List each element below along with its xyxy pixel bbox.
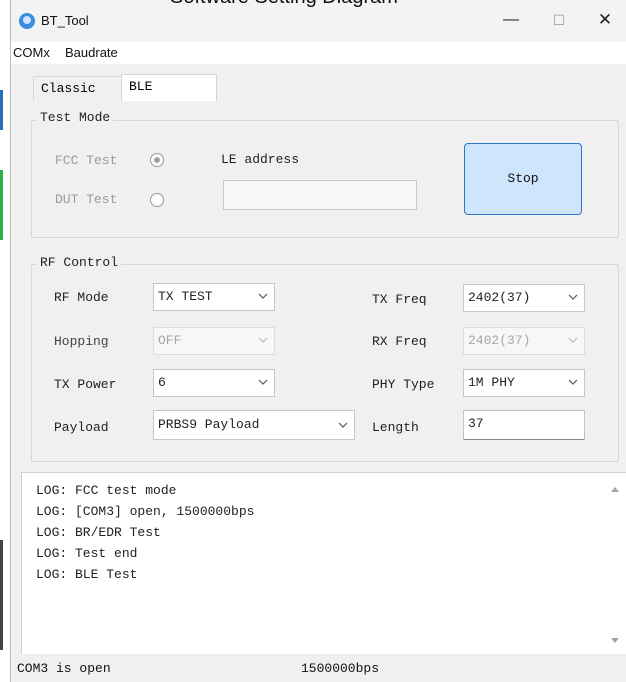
fcc-test-label: FCC Test xyxy=(55,153,118,168)
test-mode-title: Test Mode xyxy=(37,110,114,125)
fcc-test-radio[interactable] xyxy=(150,153,164,167)
chevron-down-icon xyxy=(568,294,578,300)
tx-freq-select[interactable]: 2402(37) xyxy=(463,284,585,312)
dut-test-radio[interactable] xyxy=(150,193,164,207)
rx-freq-label: RX Freq xyxy=(372,334,427,349)
phy-type-value: 1M PHY xyxy=(468,375,515,390)
phy-type-label: PHY Type xyxy=(372,377,435,392)
chevron-down-icon xyxy=(568,379,578,385)
chevron-down-icon xyxy=(258,379,268,385)
log-line: LOG: Test end xyxy=(36,546,138,561)
rf-control-title: RF Control xyxy=(37,255,122,270)
le-address-input[interactable] xyxy=(223,180,417,210)
minimize-button[interactable]: — xyxy=(491,6,531,34)
hopping-value: OFF xyxy=(158,333,182,348)
scroll-down-icon[interactable] xyxy=(608,633,622,647)
menu-comx[interactable]: COMx xyxy=(13,45,50,60)
close-button[interactable]: ✕ xyxy=(585,6,625,34)
hopping-label: Hopping xyxy=(54,334,109,349)
rx-freq-value: 2402(37) xyxy=(468,333,531,348)
hopping-select[interactable]: OFF xyxy=(153,327,275,355)
rx-freq-select[interactable]: 2402(37) xyxy=(463,327,585,355)
desktop-edge-mark xyxy=(0,540,3,650)
length-value: 37 xyxy=(468,416,484,431)
log-line: LOG: FCC test mode xyxy=(36,483,177,498)
rf-mode-value: TX TEST xyxy=(158,289,213,304)
payload-select[interactable]: PRBS9 Payload xyxy=(153,410,355,440)
length-label: Length xyxy=(372,420,419,435)
log-line: LOG: BLE Test xyxy=(36,567,138,582)
menu-baudrate[interactable]: Baudrate xyxy=(65,45,118,60)
chevron-down-icon xyxy=(258,293,268,299)
log-line: LOG: [COM3] open, 1500000bps xyxy=(36,504,255,519)
status-port: COM3 is open xyxy=(17,661,111,676)
app-icon xyxy=(19,13,35,29)
tab-ble[interactable]: BLE xyxy=(121,74,217,101)
payload-label: Payload xyxy=(54,420,109,435)
rf-mode-select[interactable]: TX TEST xyxy=(153,283,275,311)
maximize-button[interactable]: ☐ xyxy=(539,6,579,34)
tx-power-value: 6 xyxy=(158,375,166,390)
chevron-down-icon xyxy=(258,337,268,343)
scroll-up-icon[interactable] xyxy=(608,483,622,497)
menu-bar: COMx Baudrate xyxy=(11,42,626,64)
window-title: BT_Tool xyxy=(41,13,89,28)
status-bar: COM3 is open 1500000bps xyxy=(11,654,626,682)
tx-freq-label: TX Freq xyxy=(372,292,427,307)
log-textarea[interactable]: LOG: FCC test mode LOG: [COM3] open, 150… xyxy=(21,472,626,656)
page-caption: Software Setting Diagram xyxy=(170,0,398,9)
desktop-edge-mark xyxy=(0,170,3,240)
tx-freq-value: 2402(37) xyxy=(468,290,531,305)
bt-tool-window: BT_Tool — ☐ ✕ Software Setting Diagram C… xyxy=(10,0,626,682)
tx-power-label: TX Power xyxy=(54,377,117,392)
chevron-down-icon xyxy=(338,422,348,428)
length-input[interactable]: 37 xyxy=(463,410,585,440)
status-baud: 1500000bps xyxy=(301,661,380,676)
dut-test-label: DUT Test xyxy=(55,192,118,207)
le-address-label: LE address xyxy=(221,152,300,167)
rf-mode-label: RF Mode xyxy=(54,290,109,305)
tx-power-select[interactable]: 6 xyxy=(153,369,275,397)
phy-type-select[interactable]: 1M PHY xyxy=(463,369,585,397)
tab-classic[interactable]: Classic xyxy=(33,76,127,101)
desktop-edge-mark xyxy=(0,90,3,130)
chevron-down-icon xyxy=(568,337,578,343)
payload-value: PRBS9 Payload xyxy=(158,417,260,432)
log-line: LOG: BR/EDR Test xyxy=(36,525,161,540)
stop-button[interactable]: Stop xyxy=(464,143,582,215)
